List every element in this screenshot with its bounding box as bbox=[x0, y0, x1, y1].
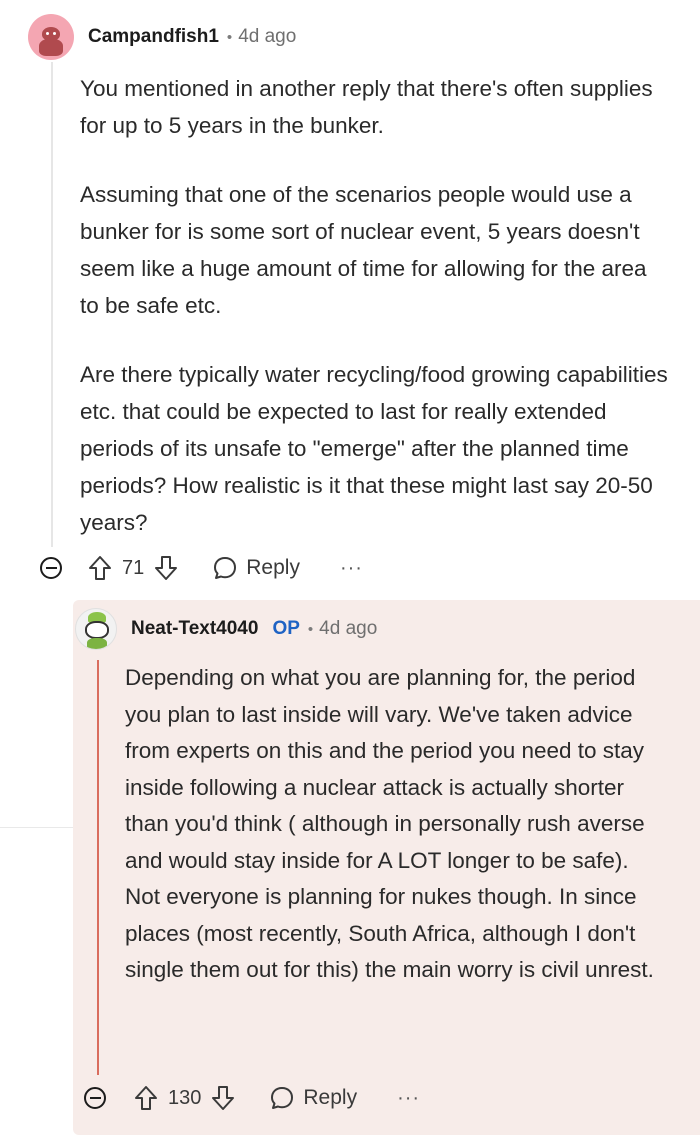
reply-button[interactable]: Reply bbox=[212, 555, 300, 581]
comment-header: Campandfish1 • 4d ago bbox=[28, 14, 296, 60]
reply-header: Neat-Text4040 OP • 4d ago bbox=[75, 607, 377, 651]
comment-paragraph: Assuming that one of the scenarios peopl… bbox=[80, 182, 647, 318]
vote-count: 71 bbox=[122, 556, 145, 579]
reply-thread-line bbox=[97, 660, 99, 1075]
upvote-icon[interactable] bbox=[88, 555, 112, 581]
downvote-icon[interactable] bbox=[211, 1085, 235, 1111]
more-options-icon[interactable]: ··· bbox=[397, 1087, 420, 1110]
avatar[interactable] bbox=[75, 608, 117, 650]
avatar-eye bbox=[46, 32, 49, 35]
comment-username[interactable]: Campandfish1 bbox=[88, 26, 219, 48]
reply-label: Reply bbox=[246, 556, 300, 579]
collapse-icon[interactable] bbox=[40, 557, 62, 579]
reply-body: Depending on what you are planning for, … bbox=[125, 665, 654, 982]
comment-body: You mentioned in another reply that ther… bbox=[80, 70, 670, 573]
vote-control: 71 bbox=[88, 555, 178, 581]
avatar-face bbox=[85, 621, 109, 639]
comment-thread-line bbox=[51, 62, 53, 547]
reply-username[interactable]: Neat-Text4040 bbox=[131, 618, 258, 640]
reply-button[interactable]: Reply bbox=[269, 1085, 357, 1111]
separator-dot: • bbox=[307, 620, 314, 638]
avatar[interactable] bbox=[28, 14, 74, 60]
reply-timestamp[interactable]: 4d ago bbox=[319, 618, 377, 640]
separator-dot: • bbox=[226, 28, 233, 46]
avatar-shirt bbox=[87, 638, 107, 649]
comment-bubble-icon bbox=[269, 1085, 295, 1111]
downvote-icon[interactable] bbox=[154, 555, 178, 581]
avatar-body bbox=[39, 39, 63, 56]
reply-label: Reply bbox=[303, 1086, 358, 1109]
comment-paragraph: You mentioned in another reply that ther… bbox=[80, 76, 653, 138]
comment-paragraph: Are there typically water recycling/food… bbox=[80, 362, 668, 535]
comment-timestamp[interactable]: 4d ago bbox=[238, 26, 296, 48]
comment-actions: 71 Reply ··· bbox=[40, 555, 363, 581]
avatar-eye bbox=[53, 32, 56, 35]
vote-count: 130 bbox=[168, 1086, 202, 1109]
more-options-icon[interactable]: ··· bbox=[340, 557, 363, 580]
op-badge: OP bbox=[272, 618, 300, 639]
reply-actions: 130 Reply ··· bbox=[84, 1085, 420, 1111]
upvote-icon[interactable] bbox=[134, 1085, 158, 1111]
collapse-icon[interactable] bbox=[84, 1087, 106, 1109]
vote-control: 130 bbox=[134, 1085, 235, 1111]
comment-bubble-icon bbox=[212, 555, 238, 581]
